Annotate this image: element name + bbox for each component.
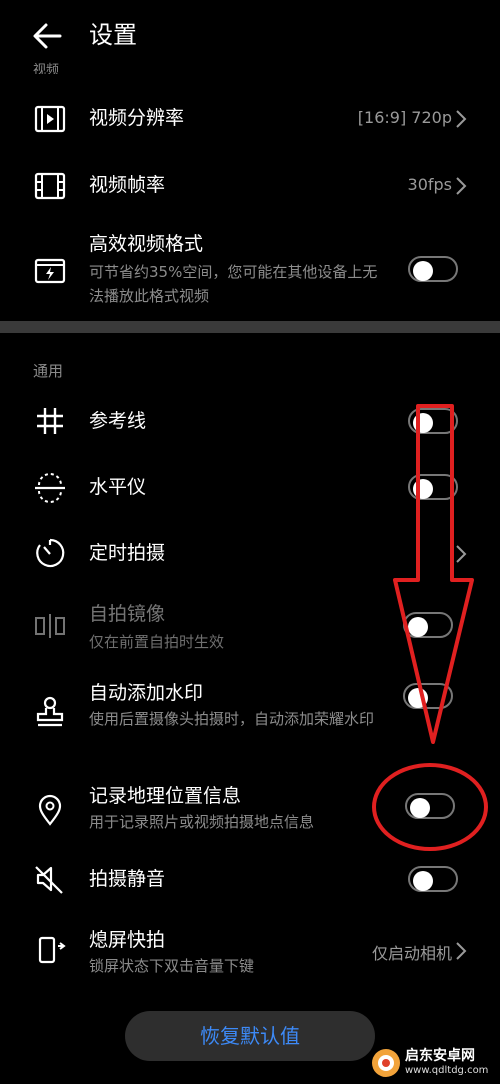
setting-row-gridlines[interactable]: 参考线 <box>0 393 500 449</box>
chevron-right-icon <box>456 942 467 960</box>
setting-label: 自动添加水印 <box>89 682 204 704</box>
mute-toggle[interactable] <box>408 866 458 892</box>
setting-value: 仅启动相机 <box>371 944 452 963</box>
reset-defaults-button[interactable]: 恢复默认值 <box>125 1011 375 1061</box>
setting-value: [16:9] 720p <box>357 108 452 127</box>
setting-label: 水平仪 <box>89 476 147 498</box>
setting-value: 30fps <box>407 175 452 194</box>
setting-row-resolution[interactable]: 视频分辨率 [16:9] 720p <box>0 90 500 148</box>
location-toggle[interactable] <box>405 793 455 819</box>
setting-label: 熄屏快拍 <box>89 929 166 951</box>
setting-label: 记录地理位置信息 <box>89 785 242 807</box>
setting-description: 使用后置摄像头拍摄时，自动添加荣耀水印 <box>89 710 375 728</box>
setting-row-location[interactable]: 记录地理位置信息 用于记录照片或视频拍摄地点信息 <box>0 780 500 842</box>
level-icon <box>35 473 65 503</box>
back-arrow-icon[interactable] <box>30 18 66 54</box>
timer-icon <box>36 538 65 568</box>
site-watermark: 启东安卓网 www.qdltdg.com <box>371 1044 496 1082</box>
grid-lines-icon <box>37 408 63 434</box>
setting-row-timer[interactable]: 定时拍摄 <box>0 525 500 581</box>
setting-row-hevc[interactable]: 高效视频格式 可节省约35%空间，您可能在其他设备上无法播放此格式视频 <box>0 228 500 312</box>
section-label-general: 通用 <box>33 362 64 380</box>
setting-label: 参考线 <box>89 410 147 432</box>
setting-label: 视频帧率 <box>89 174 166 196</box>
hevc-toggle[interactable] <box>408 256 458 282</box>
watermark-url: www.qdltdg.com <box>405 1065 489 1076</box>
location-pin-icon <box>38 794 62 826</box>
setting-row-framerate[interactable]: 视频帧率 30fps <box>0 157 500 215</box>
setting-row-quicksnap[interactable]: 熄屏快拍 锁屏状态下双击音量下键 仅启动相机 <box>0 920 500 982</box>
watermark-name: 启东安卓网 <box>405 1048 475 1064</box>
section-divider <box>0 321 500 333</box>
film-strip-icon <box>34 172 66 200</box>
stamp-icon <box>36 696 64 727</box>
page-title: 设置 <box>89 21 137 49</box>
setting-description: 用于记录照片或视频拍摄地点信息 <box>89 813 315 831</box>
setting-description: 可节省约35%空间，您可能在其他设备上无法播放此格式视频 <box>89 263 378 305</box>
setting-label: 高效视频格式 <box>89 233 204 255</box>
watermark-toggle[interactable] <box>403 683 453 709</box>
setting-description: 仅在前置自拍时生效 <box>89 633 225 651</box>
chevron-right-icon <box>456 177 467 195</box>
video-resolution-icon <box>34 105 66 133</box>
setting-row-mute[interactable]: 拍摄静音 <box>0 851 500 907</box>
setting-label: 自拍镜像 <box>89 603 166 625</box>
hevc-format-icon <box>34 258 66 284</box>
mirror-toggle[interactable] <box>403 612 453 638</box>
level-toggle[interactable] <box>408 474 458 500</box>
setting-row-level[interactable]: 水平仪 <box>0 459 500 515</box>
section-label-video: 视频 <box>33 63 60 74</box>
phone-volume-icon <box>38 936 66 964</box>
gridlines-toggle[interactable] <box>408 408 458 434</box>
setting-label: 定时拍摄 <box>89 542 166 564</box>
setting-description: 锁屏状态下双击音量下键 <box>89 957 255 975</box>
header-bar: 设置 视频 <box>0 0 500 74</box>
chevron-right-icon <box>456 110 467 128</box>
chevron-right-icon <box>456 545 467 563</box>
watermark-logo-icon <box>372 1049 400 1077</box>
speaker-mute-icon <box>35 866 63 894</box>
setting-label: 拍摄静音 <box>89 868 166 890</box>
setting-row-mirror[interactable]: 自拍镜像 仅在前置自拍时生效 <box>0 596 500 658</box>
setting-label: 视频分辨率 <box>89 107 185 129</box>
setting-row-watermark[interactable]: 自动添加水印 使用后置摄像头拍摄时，自动添加荣耀水印 <box>0 675 500 759</box>
mirror-icon <box>35 614 65 638</box>
